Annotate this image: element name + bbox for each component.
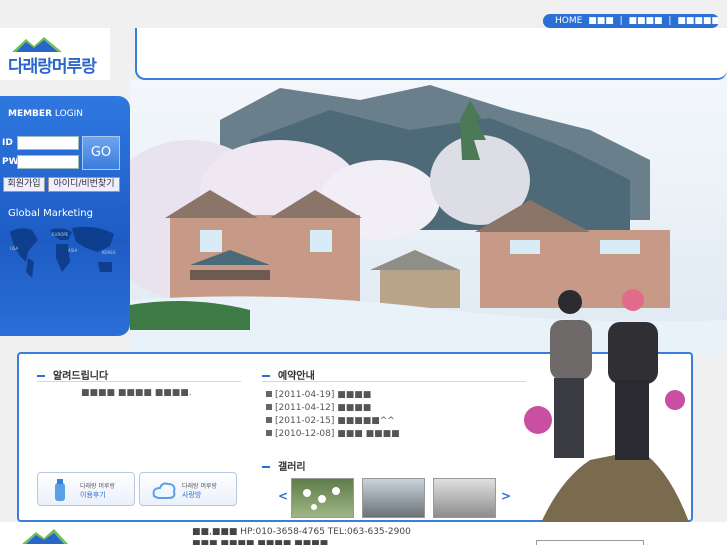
notice-text: ■■■■ ■■■■ ■■■■. — [81, 388, 192, 398]
nav-separator: | — [668, 16, 672, 26]
map-label-korea: KOREA — [102, 250, 116, 255]
gallery-thumbnail[interactable] — [433, 478, 496, 518]
bullet-icon — [266, 404, 272, 410]
notice-divider — [37, 381, 241, 382]
world-map-icon[interactable]: USA EUROPE ASIA KOREA — [6, 222, 122, 282]
footer: ■■,■■■ HP:010-3658-4765 TEL:063-635-2900… — [0, 522, 727, 545]
password-input[interactable] — [17, 155, 79, 169]
reservation-list: [2011-04-19] ■■■■ [2011-04-12] ■■■■ [201… — [266, 390, 526, 442]
top-navigation: HOME ■■■ | ■■■■ | ■■■■■■ — [543, 14, 719, 28]
banner-small-text: 다래랑 머루랑 — [80, 483, 116, 490]
id-input[interactable] — [17, 136, 79, 150]
reservation-section-title[interactable]: 예약안내 — [262, 367, 315, 382]
footer-contact-info: ■■,■■■ HP:010-3658-4765 TEL:063-635-2900 — [192, 527, 411, 537]
bullet-icon — [266, 391, 272, 397]
title-dash — [262, 466, 270, 468]
login-go-button[interactable]: GO — [82, 136, 120, 170]
gallery-section-title[interactable]: 갤러리 — [262, 458, 306, 473]
map-label-usa: USA — [10, 246, 19, 251]
find-account-button[interactable]: 아이디/비번찾기 — [48, 177, 120, 192]
flower-thumbnail-icon — [303, 487, 340, 510]
title-dash — [37, 375, 45, 377]
list-item[interactable]: [2011-04-19] ■■■■ — [266, 390, 526, 403]
nav-home-link[interactable]: HOME — [555, 16, 582, 26]
gallery-thumbnail[interactable] — [291, 478, 354, 518]
banner-label: 이용후기 — [80, 491, 106, 499]
banner-label: 사랑방 — [182, 491, 202, 499]
list-item[interactable]: [2011-04-12] ■■■■ — [266, 403, 526, 416]
join-button[interactable]: 회원가입 — [3, 177, 45, 192]
list-item[interactable]: [2010-12-08] ■■■ ■■■■ — [266, 429, 526, 442]
logo-text: 다래랑머루랑 — [8, 57, 97, 77]
nav-separator: | — [619, 16, 623, 26]
family-site-select[interactable] — [536, 540, 644, 545]
gallery-next-arrow[interactable]: > — [501, 489, 511, 503]
login-panel: MEMBER LOGIN ID PW GO 회원가입 아이디/비번찾기 Glob… — [0, 96, 130, 336]
bullet-icon — [266, 430, 272, 436]
gallery-thumbnail[interactable] — [362, 478, 425, 518]
hikers-photo — [524, 289, 690, 525]
id-label: ID — [2, 138, 13, 148]
review-banner[interactable]: 다래랑 머루랑 이용후기 — [37, 472, 135, 506]
footer-address: ■■■ ■■■■ ■■■■ ■■■■ — [192, 539, 329, 545]
nav-link-1[interactable]: ■■■ — [588, 16, 614, 26]
water-bottle-icon — [55, 479, 65, 501]
title-dash — [262, 375, 270, 377]
site-logo[interactable]: 다래랑머루랑 — [0, 28, 110, 80]
cloud-icon — [152, 482, 176, 499]
mountain-logo-icon — [12, 37, 62, 52]
list-item[interactable]: [2011-02-15] ■■■■■^^ — [266, 416, 526, 429]
nav-link-3[interactable]: ■■■■■■ — [677, 16, 719, 26]
nav-link-2[interactable]: ■■■■ — [629, 16, 663, 26]
footer-logo-icon — [22, 529, 68, 544]
reservation-divider — [262, 381, 526, 382]
notice-section-title[interactable]: 알려드립니다 — [37, 367, 108, 382]
gallery-prev-arrow[interactable]: < — [278, 489, 288, 503]
global-marketing-title: Global Marketing — [8, 208, 93, 219]
bullet-icon — [266, 417, 272, 423]
map-label-europe: EUROPE — [52, 232, 69, 237]
banner-small-text: 다래랑 머루랑 — [182, 483, 218, 490]
header-panel — [135, 28, 727, 80]
login-title: MEMBER LOGIN — [8, 109, 84, 119]
map-label-asia: ASIA — [68, 248, 77, 253]
guestroom-banner[interactable]: 다래랑 머루랑 사랑방 — [139, 472, 237, 506]
